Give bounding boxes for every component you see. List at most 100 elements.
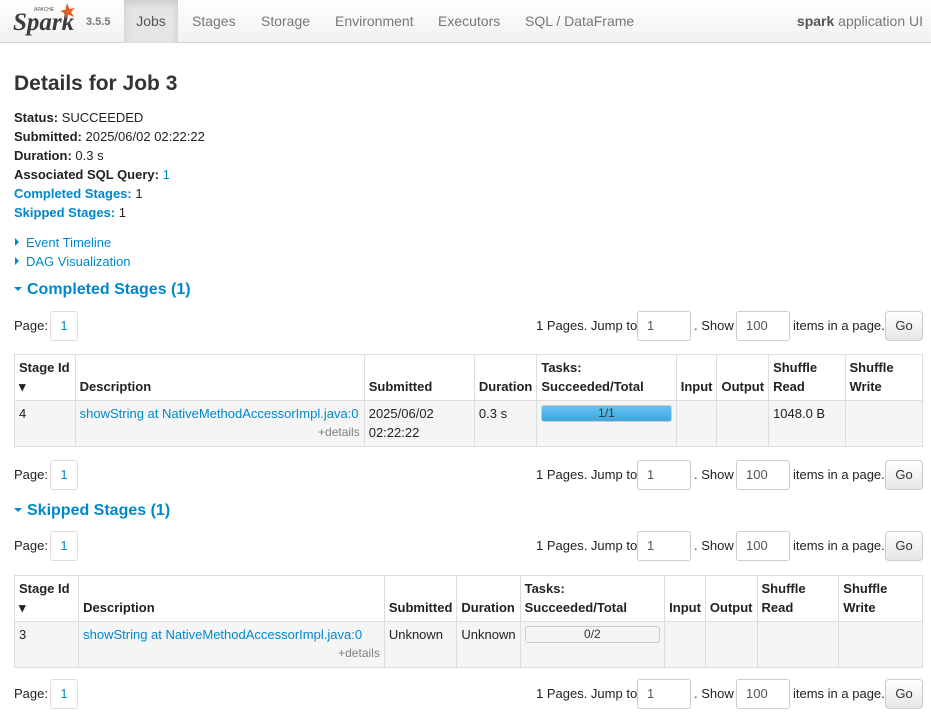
tab-environment[interactable]: Environment — [325, 0, 424, 43]
go-button[interactable]: Go — [885, 531, 923, 561]
table-row: 3 showString at NativeMethodAccessorImpl… — [13, 621, 923, 668]
dag-visualization-toggle[interactable]: DAG Visualization — [14, 254, 131, 269]
pages-jump-text: 1 Pages. Jump to — [536, 318, 638, 333]
header-description[interactable]: Description — [78, 575, 385, 622]
jump-to-page-input[interactable]: 1 — [637, 460, 691, 490]
app-name-bold: spark — [796, 13, 835, 29]
skipped-pager-top: Page: 1 1 Pages. Jump to 1 . Show 100 it… — [14, 531, 923, 563]
cell-input — [675, 400, 718, 447]
page-title: Details for Job 3 — [14, 72, 178, 95]
tab-stages[interactable]: Stages — [182, 0, 246, 43]
page-number-button[interactable]: 1 — [50, 460, 78, 490]
event-timeline-toggle[interactable]: Event Timeline — [14, 235, 111, 250]
submitted-label: Submitted: — [14, 129, 82, 144]
summary-duration: Duration: 0.3 s — [14, 146, 205, 165]
page-label: Page: — [14, 318, 48, 333]
show-text: . Show — [694, 538, 734, 553]
pages-jump-text: 1 Pages. Jump to — [536, 467, 638, 482]
stage-description-link[interactable]: showString at NativeMethodAccessorImpl.j… — [80, 404, 360, 423]
page-size-input[interactable]: 100 — [736, 460, 790, 490]
sql-query-label: Associated SQL Query: — [14, 167, 159, 182]
page-size-input[interactable]: 100 — [736, 531, 790, 561]
completed-stages-heading-text: Completed Stages (1) — [27, 281, 191, 298]
expand-arrow-icon — [15, 257, 19, 265]
items-in-page-text: items in a page. — [793, 467, 885, 482]
summary-status: Status: SUCCEEDED — [14, 108, 205, 127]
cell-submitted: Unknown — [383, 621, 458, 668]
items-in-page-text: items in a page. — [793, 538, 885, 553]
summary-submitted: Submitted: 2025/06/02 02:22:22 — [14, 127, 205, 146]
cell-input — [664, 621, 706, 668]
header-shuffle-write[interactable]: Shuffle Write — [844, 354, 924, 401]
header-submitted[interactable]: Submitted — [363, 354, 475, 401]
page-size-input[interactable]: 100 — [736, 679, 790, 709]
spark-logo[interactable]: APACHE Spark 3.5.5 — [12, 2, 112, 42]
jump-to-page-input[interactable]: 1 — [637, 679, 691, 709]
go-button[interactable]: Go — [885, 311, 923, 341]
page-label: Page: — [14, 686, 48, 701]
header-tasks[interactable]: Tasks: Succeeded/Total — [536, 354, 677, 401]
items-in-page-text: items in a page. — [793, 686, 885, 701]
header-description[interactable]: Description — [74, 354, 365, 401]
go-button[interactable]: Go — [885, 460, 923, 490]
event-timeline-link[interactable]: Event Timeline — [26, 235, 111, 250]
page-number-button[interactable]: 1 — [50, 311, 78, 341]
jump-to-page-input[interactable]: 1 — [637, 311, 691, 341]
tab-executors[interactable]: Executors — [428, 0, 510, 43]
tasks-progress-bar: 0/2 — [524, 626, 661, 643]
show-text: . Show — [694, 467, 734, 482]
page-number-button[interactable]: 1 — [50, 679, 78, 709]
sql-query-link[interactable]: 1 — [163, 167, 170, 182]
tab-jobs[interactable]: Jobs — [124, 0, 178, 43]
tasks-progress-bar: 1/1 — [541, 405, 672, 422]
page-size-input[interactable]: 100 — [736, 311, 790, 341]
app-name: spark application UI — [797, 0, 923, 43]
header-input[interactable]: Input — [664, 575, 706, 622]
header-shuffle-write[interactable]: Shuffle Write — [838, 575, 923, 622]
show-text: . Show — [694, 686, 734, 701]
cell-tasks: 1/1 — [536, 400, 677, 447]
spark-version: 3.5.5 — [86, 16, 111, 28]
details-toggle[interactable]: +details — [83, 644, 380, 663]
summary-completed-stages: Completed Stages: 1 — [14, 184, 205, 203]
header-duration[interactable]: Duration — [456, 575, 521, 622]
cell-shuffle-read — [756, 621, 840, 668]
header-tasks[interactable]: Tasks: Succeeded/Total — [519, 575, 666, 622]
completed-stages-link[interactable]: Completed Stages: — [14, 186, 132, 201]
duration-value: 0.3 s — [75, 148, 104, 163]
cell-tasks: 0/2 — [519, 621, 666, 668]
pages-jump-text: 1 Pages. Jump to — [536, 686, 638, 701]
page-number-button[interactable]: 1 — [50, 531, 78, 561]
header-stage-id[interactable]: Stage Id ▾ — [14, 354, 76, 401]
header-shuffle-read[interactable]: Shuffle Read — [756, 575, 840, 622]
skipped-stages-table: Stage Id ▾ Description Submitted Duratio… — [13, 575, 923, 668]
header-duration[interactable]: Duration — [473, 354, 538, 401]
stage-description-link[interactable]: showString at NativeMethodAccessorImpl.j… — [83, 625, 380, 644]
table-header-row: Stage Id ▾ Description Submitted Duratio… — [14, 354, 924, 401]
job-summary: Status: SUCCEEDED Submitted: 2025/06/02 … — [14, 108, 205, 222]
cell-shuffle-write — [838, 621, 923, 668]
header-output[interactable]: Output — [704, 575, 758, 622]
header-input[interactable]: Input — [675, 354, 718, 401]
jump-to-page-input[interactable]: 1 — [637, 531, 691, 561]
header-stage-id[interactable]: Stage Id ▾ — [13, 575, 80, 622]
go-button[interactable]: Go — [885, 679, 923, 709]
header-output[interactable]: Output — [716, 354, 770, 401]
dag-visualization-link[interactable]: DAG Visualization — [26, 254, 131, 269]
status-label: Status: — [14, 110, 59, 125]
header-shuffle-read[interactable]: Shuffle Read — [768, 354, 846, 401]
skipped-stages-heading[interactable]: Skipped Stages (1) — [14, 502, 170, 520]
skipped-stages-link[interactable]: Skipped Stages: — [14, 205, 115, 220]
completed-stages-table: Stage Id ▾ Description Submitted Duratio… — [14, 354, 924, 447]
header-submitted[interactable]: Submitted — [383, 575, 458, 622]
status-value: SUCCEEDED — [61, 110, 144, 125]
skipped-pager-bottom: Page: 1 1 Pages. Jump to 1 . Show 100 it… — [14, 679, 923, 711]
tab-sql-dataframe[interactable]: SQL / DataFrame — [515, 0, 644, 43]
tab-storage[interactable]: Storage — [251, 0, 320, 43]
app-name-rest: application UI — [834, 13, 923, 29]
completed-stages-heading[interactable]: Completed Stages (1) — [14, 281, 191, 299]
pages-jump-text: 1 Pages. Jump to — [536, 538, 638, 553]
cell-output — [704, 621, 758, 668]
details-toggle[interactable]: +details — [80, 423, 360, 442]
summary-sql-query: Associated SQL Query: 1 — [14, 165, 205, 184]
